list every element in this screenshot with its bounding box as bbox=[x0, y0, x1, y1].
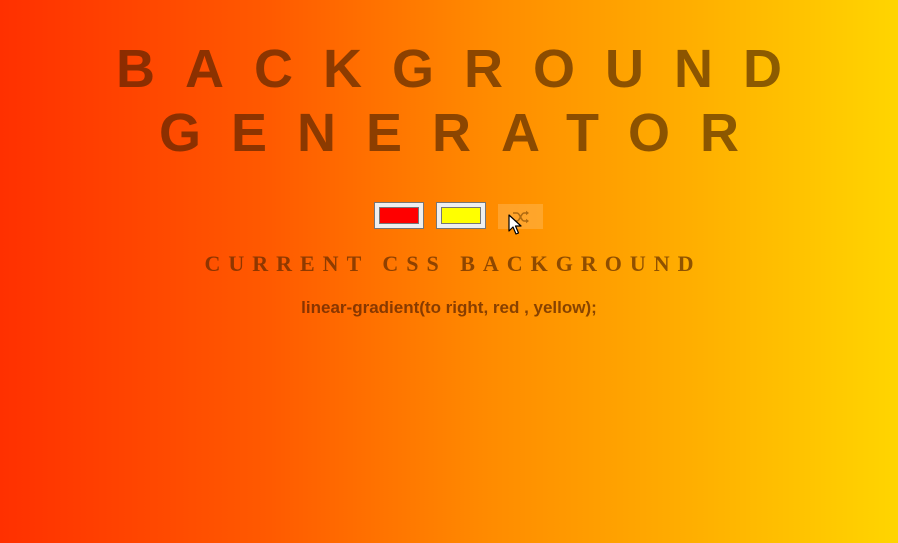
color-swatch-2 bbox=[441, 207, 481, 224]
page-title-line-2: GENERATOR bbox=[158, 103, 770, 163]
color-swatch-1 bbox=[379, 207, 419, 224]
page-title-line-1: BACKGROUND bbox=[116, 39, 812, 99]
color-picker-1[interactable] bbox=[374, 202, 424, 229]
css-output-text: linear-gradient(to right, red , yellow); bbox=[301, 298, 597, 317]
current-css-heading: CURRENT CSS BACKGROUND bbox=[204, 251, 702, 276]
color-picker-2[interactable] bbox=[436, 202, 486, 229]
mouse-cursor-icon bbox=[508, 214, 522, 235]
